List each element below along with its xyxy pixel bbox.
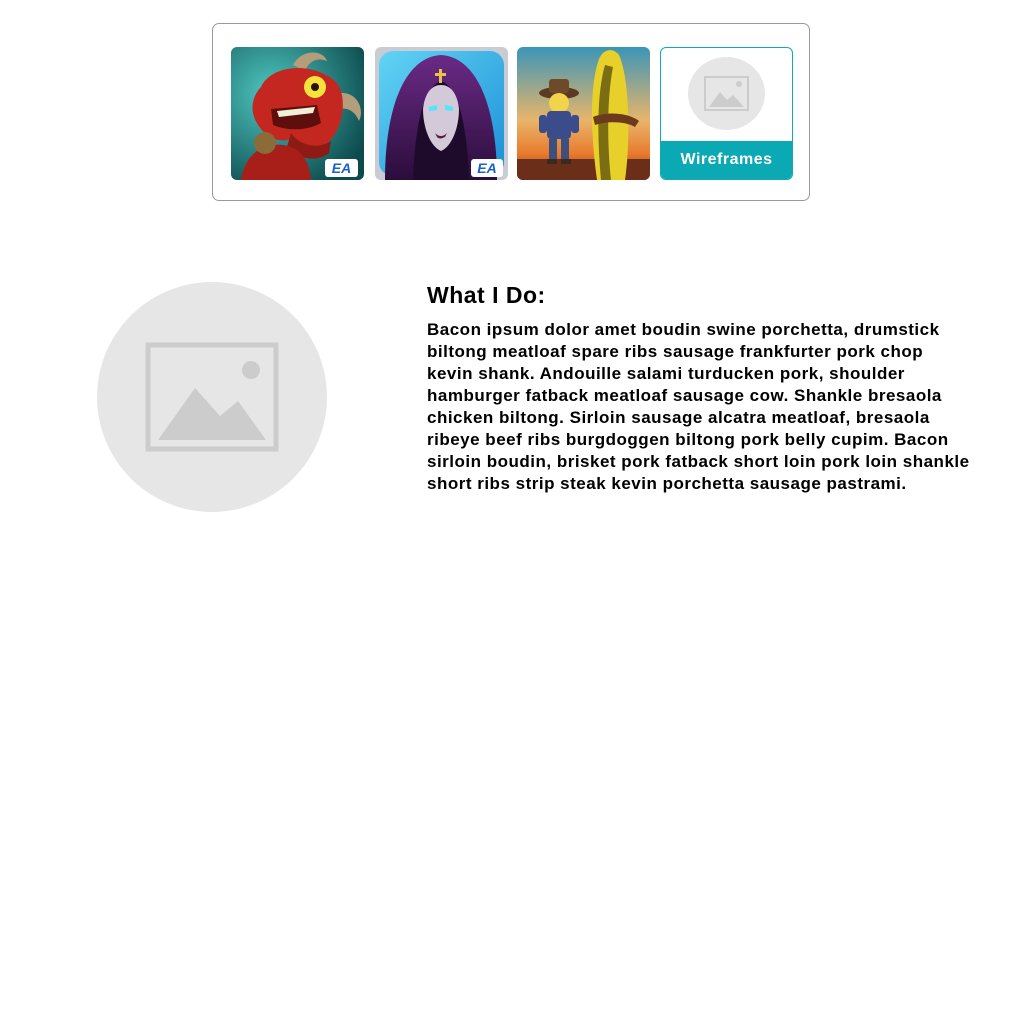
- wireframes-label: Wireframes: [661, 141, 792, 179]
- red-demon-game-icon: EA: [231, 47, 364, 180]
- ea-badge-text: EA: [332, 160, 351, 176]
- image-placeholder-icon: [145, 342, 279, 452]
- portfolio-tile-wireframes[interactable]: Wireframes: [660, 47, 793, 180]
- image-placeholder-icon: [704, 76, 749, 111]
- portfolio-tile-cowboy[interactable]: [517, 47, 650, 180]
- portfolio-tile-demon[interactable]: EA: [231, 47, 364, 180]
- hooded-woman-game-icon: EA: [375, 47, 508, 180]
- portfolio-tile-hooded-woman[interactable]: EA: [375, 47, 508, 180]
- about-body: Bacon ipsum dolor amet boudin swine porc…: [427, 320, 970, 493]
- wireframes-thumbnail: [688, 57, 765, 130]
- ea-badge-text: EA: [477, 160, 496, 176]
- about-heading: What I Do:: [427, 282, 546, 308]
- cowboy-game-icon: [517, 47, 650, 180]
- about-section: What I Do: Bacon ipsum dolor amet boudin…: [427, 282, 972, 495]
- portfolio-strip: EA EA Wireframes: [212, 23, 810, 201]
- profile-image-placeholder: [97, 282, 327, 512]
